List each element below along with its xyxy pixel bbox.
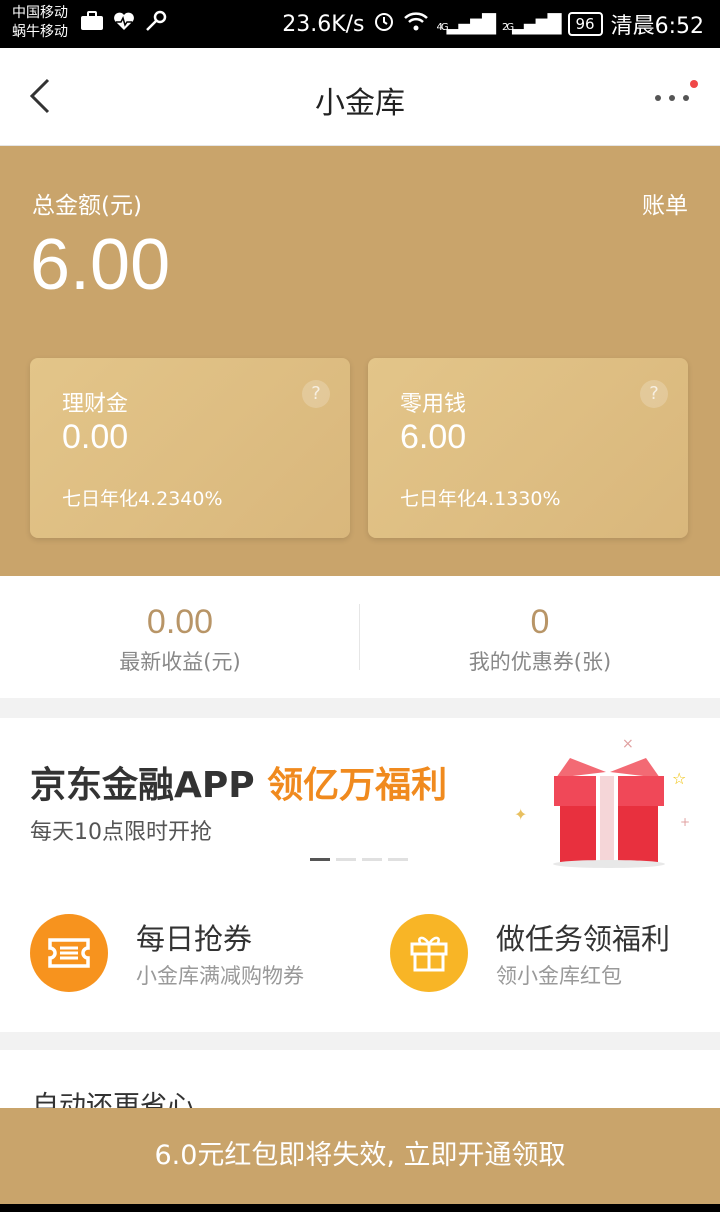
alarm-icon: [373, 10, 395, 38]
svg-text:✦: ✦: [514, 805, 527, 824]
banner-title-main: 京东金融APP: [30, 765, 268, 806]
help-icon[interactable]: ?: [640, 380, 668, 408]
banner-subtitle: 每天10点限时开抢: [30, 820, 212, 845]
pager-dot-active: [310, 858, 330, 861]
card-title: 理财金: [62, 392, 129, 417]
bill-link[interactable]: 账单: [642, 186, 688, 220]
card-title: 零用钱: [400, 392, 467, 417]
pager-dot: [362, 858, 382, 861]
signal-2g-icon: 2G▂▄▆█: [502, 13, 561, 35]
banner-pager: [310, 858, 408, 861]
carrier-info: 中国移动 蜗牛移动: [12, 4, 68, 42]
wealth-fund-card[interactable]: 理财金 0.00 七日年化4.2340% ?: [30, 358, 350, 538]
stat-label: 我的优惠券(张): [468, 650, 612, 674]
promo-section: 京东金融APP 领亿万福利 每天10点限时开抢 × ☆ ✦ + 每日抢券 小金库…: [0, 718, 720, 1032]
card-value: 6.00: [400, 418, 467, 456]
banner-title[interactable]: 京东金融APP 领亿万福利: [30, 756, 447, 808]
total-amount-label: 总金额(元): [32, 193, 142, 219]
system-nav-strip: [0, 1204, 720, 1212]
net-speed: 23.6K/s: [282, 11, 365, 37]
feature-title: 做任务领福利: [496, 922, 671, 956]
svg-text:+: +: [680, 815, 690, 829]
card-rate: 七日年化4.2340%: [62, 488, 223, 510]
stats-row: 0.00 最新收益(元) 0 我的优惠券(张): [0, 576, 720, 698]
carrier-2: 蜗牛移动: [12, 24, 68, 40]
feature-subtitle: 领小金库红包: [496, 964, 622, 988]
activate-red-packet-button[interactable]: 6.0元红包即将失效, 立即开通领取: [0, 1108, 720, 1204]
pocket-money-card[interactable]: 零用钱 6.00 七日年化4.1330% ?: [368, 358, 688, 538]
stat-value: 0: [530, 603, 550, 641]
gift-icon: [390, 914, 468, 992]
key-icon: [144, 10, 168, 38]
help-icon[interactable]: ?: [302, 380, 330, 408]
my-coupons[interactable]: 0 我的优惠券(张): [360, 602, 720, 676]
stat-value: 0.00: [146, 603, 214, 641]
card-value: 0.00: [62, 418, 129, 456]
stat-label: 最新收益(元): [119, 650, 241, 674]
feature-title: 每日抢券: [136, 922, 253, 956]
page-title: 小金库: [315, 86, 405, 121]
ticket-icon: [30, 914, 108, 992]
status-bar: 中国移动 蜗牛移动 23.6K/s 4G▂▄▆█ 2G▂▄▆█ 96 清晨6:5…: [0, 0, 720, 48]
card-rate: 七日年化4.1330%: [400, 488, 561, 510]
status-right: 23.6K/s 4G▂▄▆█ 2G▂▄▆█ 96 清晨6:52: [282, 8, 704, 40]
notification-dot: [690, 80, 698, 88]
briefcase-icon: [80, 10, 104, 38]
latest-earnings[interactable]: 0.00 最新收益(元): [0, 602, 360, 676]
notification-icons: [80, 10, 168, 38]
banner-title-highlight: 领亿万福利: [267, 765, 448, 806]
title-bar: 小金库: [0, 48, 720, 146]
gift-box-icon: × ☆ ✦ +: [514, 736, 690, 868]
clock: 清晨6:52: [610, 14, 704, 39]
pager-dot: [388, 858, 408, 861]
pager-dot: [336, 858, 356, 861]
heart-rate-icon: [112, 10, 136, 38]
carrier-1: 中国移动: [12, 5, 68, 21]
balance-header: 总金额(元) 账单 6.00 理财金 0.00 七日年化4.2340% ? 零用…: [0, 146, 720, 576]
wifi-icon: [403, 10, 429, 38]
total-amount-value: 6.00: [30, 225, 171, 305]
signal-4g-icon: 4G▂▄▆█: [436, 13, 496, 35]
feature-subtitle: 小金库满减购物券: [136, 964, 304, 988]
svg-text:☆: ☆: [672, 769, 686, 788]
svg-text:×: ×: [622, 736, 634, 752]
battery-indicator: 96: [567, 12, 603, 36]
